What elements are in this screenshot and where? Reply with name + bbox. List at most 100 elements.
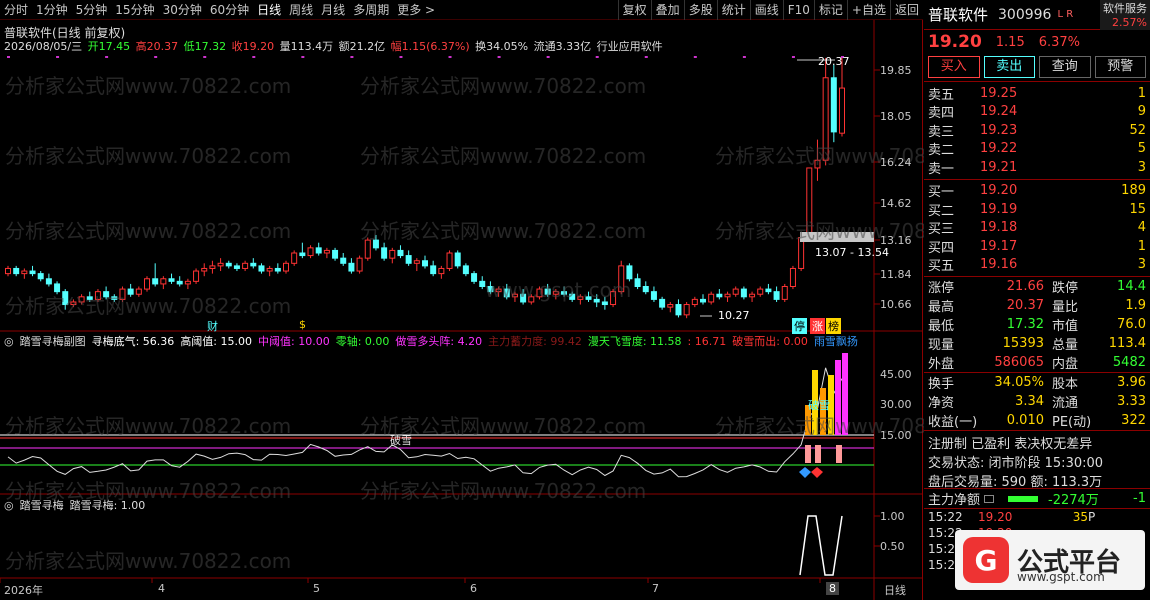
ind2-circle-icon[interactable]: ◎ <box>4 499 14 512</box>
candle-body <box>479 280 486 288</box>
period-tab[interactable]: 月线 <box>317 0 349 20</box>
book-row[interactable]: 卖四 19.24 9 <box>928 103 1146 121</box>
candle-body <box>495 288 502 293</box>
toolbar-action[interactable]: 复权 <box>617 0 651 20</box>
book-level: 卖一 <box>928 161 955 177</box>
book-row[interactable]: 买二 19.19 15 <box>928 200 1146 219</box>
period-tab[interactable]: 周线 <box>285 0 317 20</box>
tag-limit-up[interactable]: 涨 <box>810 318 825 334</box>
candle-body <box>299 252 306 257</box>
ind1-y-tick: 30.00 <box>880 398 912 411</box>
ind1-bar <box>842 353 848 435</box>
candle-body <box>650 291 657 300</box>
toolbar-action[interactable]: 返回 <box>889 0 923 20</box>
candle-body <box>315 247 322 254</box>
candle-body <box>610 291 617 306</box>
candle-body <box>242 262 249 269</box>
toolbar-action[interactable]: F10 <box>782 0 814 20</box>
toolbar-action[interactable]: +自选 <box>846 0 890 20</box>
candle-body <box>577 296 584 300</box>
candle-body <box>781 286 788 300</box>
stat-v2: 1.9 <box>1125 298 1146 313</box>
book-price: 19.25 <box>980 85 1018 101</box>
stat-k: 净资 <box>928 396 955 411</box>
stat-k2: 总量 <box>1052 338 1079 353</box>
candle-body <box>13 267 20 275</box>
period-tab[interactable]: 分时 <box>0 0 32 20</box>
book-row[interactable]: 买四 19.17 1 <box>928 237 1146 256</box>
main-flow[interactable]: 主力净额 -2274万 -1 <box>924 489 1150 509</box>
period-label[interactable]: 日线 <box>884 582 906 598</box>
trade-buttons: 买入 卖出 查询 预警 <box>924 54 1150 82</box>
book-row[interactable]: 买一 19.20 189 <box>928 182 1146 201</box>
stat-k: 外盘 <box>928 357 955 372</box>
stat-k: 换手 <box>928 377 955 392</box>
candle-body <box>217 262 224 267</box>
chart-area: 普联软件(日线 前复权) 2026/08/05/三 开17.45 高20.37 … <box>0 20 1001 600</box>
period-tab[interactable]: 1分钟 <box>32 0 72 20</box>
candle-body <box>144 278 150 290</box>
book-row[interactable]: 买五 19.16 3 <box>928 256 1146 274</box>
candle-body <box>749 293 756 298</box>
signal-marker <box>203 56 207 58</box>
reg-line: 注册制 已盈利 表决权无差异 <box>928 437 1093 452</box>
book-row[interactable]: 卖五 19.25 1 <box>928 84 1146 103</box>
x-tick: 4 <box>158 582 165 595</box>
period-tab[interactable]: 30分钟 <box>159 0 206 20</box>
stat-row: 换手 34.05% 股本 3.96 <box>928 373 1146 392</box>
tick-v: 35 <box>1072 510 1088 524</box>
candle-body <box>536 288 543 298</box>
event-tag-dividend[interactable]: $ <box>297 318 308 331</box>
book-level: 买一 <box>928 185 955 201</box>
query-button[interactable]: 查询 <box>1039 56 1091 78</box>
sector-badge[interactable]: 软件服务 2.57% <box>1100 0 1150 30</box>
candle-body <box>340 257 347 264</box>
candle-body <box>119 288 126 300</box>
indicator2-title[interactable]: ◎ 踏雪寻梅 踏雪寻梅: 1.00 <box>4 497 151 513</box>
y-tick: 10.66 <box>880 298 912 311</box>
toolbar-action[interactable]: 多股 <box>683 0 717 20</box>
price-line: 19.20 1.15 6.37% <box>924 30 1150 54</box>
alert-button[interactable]: 预警 <box>1094 56 1146 78</box>
period-tab[interactable]: 更多 > <box>393 0 439 20</box>
book-row[interactable]: 卖一 19.21 3 <box>928 158 1146 177</box>
book-row[interactable]: 卖三 19.23 52 <box>928 121 1146 140</box>
toolbar-action[interactable]: 统计 <box>716 0 750 20</box>
sell-button[interactable]: 卖出 <box>983 56 1035 78</box>
lr-badge[interactable]: L R <box>1057 9 1073 20</box>
ind1-y-tick: 15.00 <box>880 429 912 442</box>
candle-body <box>78 296 85 303</box>
candle-body <box>642 286 649 293</box>
stat-k2: 量比 <box>1052 300 1079 315</box>
event-tag-finance[interactable]: 财 <box>205 318 220 334</box>
tag-rank[interactable]: 榜 <box>826 318 841 334</box>
ind1-circle-icon[interactable]: ◎ <box>4 335 14 348</box>
bid-book: 买一 19.20 189 买二 19.19 15 买三 19.18 4 买四 19.17 1 买五 19.… <box>924 180 1150 277</box>
stat-v1: 0.010 <box>1006 413 1044 428</box>
candle-body <box>839 87 845 134</box>
candle-body <box>765 288 772 293</box>
candle-body <box>618 265 625 293</box>
book-row[interactable]: 买三 19.18 4 <box>928 219 1146 238</box>
period-tab[interactable]: 60分钟 <box>206 0 253 20</box>
list-icon[interactable] <box>984 494 995 503</box>
ind1-series-label: 主力蓄力度: 99.42 <box>488 335 582 348</box>
period-tab[interactable]: 15分钟 <box>111 0 158 20</box>
book-row[interactable]: 卖二 19.22 5 <box>928 140 1146 158</box>
toolbar-action[interactable]: 标记 <box>813 0 847 20</box>
candle-body <box>127 288 134 295</box>
toolbar-action[interactable]: 画线 <box>749 0 783 20</box>
kline-chart[interactable] <box>0 20 923 600</box>
period-tab[interactable]: 日线 <box>253 0 285 20</box>
tag-suspend[interactable]: 停 <box>792 318 807 334</box>
book-volume: 5 <box>1137 141 1146 157</box>
buy-button[interactable]: 买入 <box>928 56 980 78</box>
period-tab[interactable]: 多周期 <box>349 0 393 20</box>
x-tick: 5 <box>313 582 320 595</box>
indicator1-title[interactable]: ◎ 踏雪寻梅副图 寻梅底气: 56.36 高阈值: 15.00 中阈值: 10.00 零轴… <box>4 333 864 349</box>
book-level: 买三 <box>928 222 955 238</box>
period-tab[interactable]: 5分钟 <box>72 0 112 20</box>
book-volume: 1 <box>1137 238 1146 254</box>
toolbar-action[interactable]: 叠加 <box>650 0 684 20</box>
book-volume: 1 <box>1137 85 1146 101</box>
